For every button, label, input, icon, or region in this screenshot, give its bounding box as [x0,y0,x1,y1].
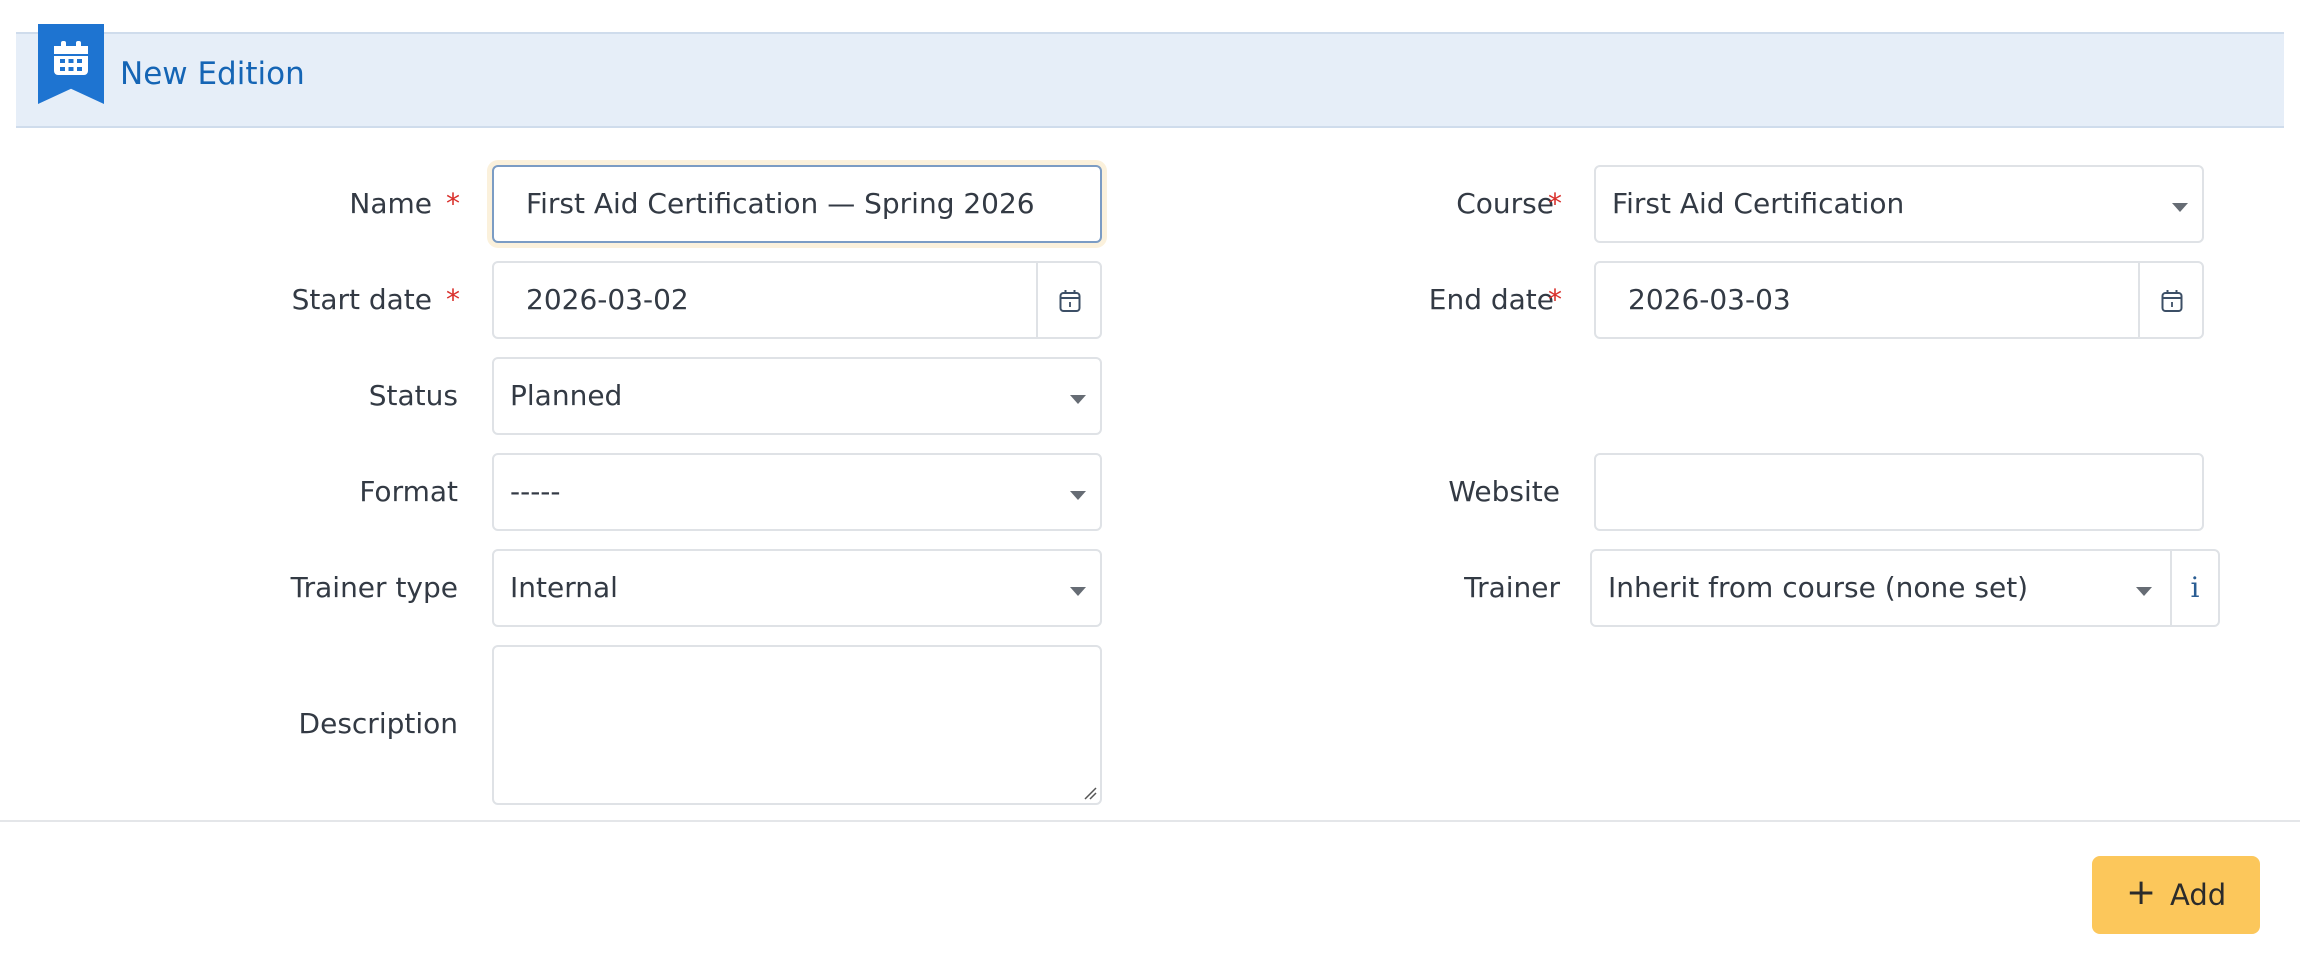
start-date-input[interactable]: 2026-03-02 [492,261,1102,339]
chevron-down-icon [1070,587,1086,596]
name-input[interactable]: First Aid Certification — Spring 2026 [492,165,1102,243]
plus-icon: + [2126,872,2157,913]
chevron-down-icon [2136,587,2152,596]
start-date-value: 2026-03-02 [526,283,689,316]
format-select-value: ----- [510,475,561,508]
page-header [16,32,2284,128]
calendar-icon [2161,290,2183,312]
trainer-type-label: Trainer type [290,571,458,604]
name-required-marker: * [446,187,460,220]
chevron-down-icon [1070,395,1086,404]
start-date-picker-button[interactable] [1036,263,1100,337]
name-input-value: First Aid Certification — Spring 2026 [526,187,1035,220]
description-textarea[interactable] [492,645,1102,805]
trainer-type-select[interactable]: Internal [492,549,1102,627]
website-label: Website [1448,475,1560,508]
calendar-icon [1059,290,1081,312]
course-label: Course [1456,187,1554,220]
end-date-required-marker: * [1548,283,1562,316]
website-input[interactable] [1594,453,2204,531]
end-date-input[interactable]: 2026-03-03 [1594,261,2204,339]
trainer-label: Trainer [1464,571,1560,604]
trainer-info-button[interactable]: i [2170,551,2218,625]
chevron-down-icon [1070,491,1086,500]
trainer-select-value: Inherit from course (none set) [1608,571,2029,604]
format-select[interactable]: ----- [492,453,1102,531]
info-icon: i [2190,571,2200,604]
start-date-label: Start date [291,283,432,316]
description-label: Description [298,707,458,740]
name-label: Name [349,187,432,220]
course-required-marker: * [1548,187,1562,220]
course-select[interactable]: First Aid Certification [1594,165,2204,243]
end-date-value: 2026-03-03 [1628,283,1791,316]
footer-divider [0,820,2300,822]
add-button[interactable]: + Add [2092,856,2260,934]
end-date-picker-button[interactable] [2138,263,2202,337]
page-title: New Edition [120,56,305,92]
resize-handle-icon[interactable] [1083,786,1097,800]
start-date-required-marker: * [446,283,460,316]
format-label: Format [359,475,458,508]
status-label: Status [368,379,458,412]
end-date-label: End date [1428,283,1554,316]
trainer-select[interactable]: Inherit from course (none set) i [1590,549,2220,627]
course-select-value: First Aid Certification [1612,187,1905,220]
add-button-label: Add [2170,878,2227,912]
chevron-down-icon [2172,203,2188,212]
status-select[interactable]: Planned [492,357,1102,435]
trainer-type-select-value: Internal [510,571,618,604]
status-select-value: Planned [510,379,623,412]
